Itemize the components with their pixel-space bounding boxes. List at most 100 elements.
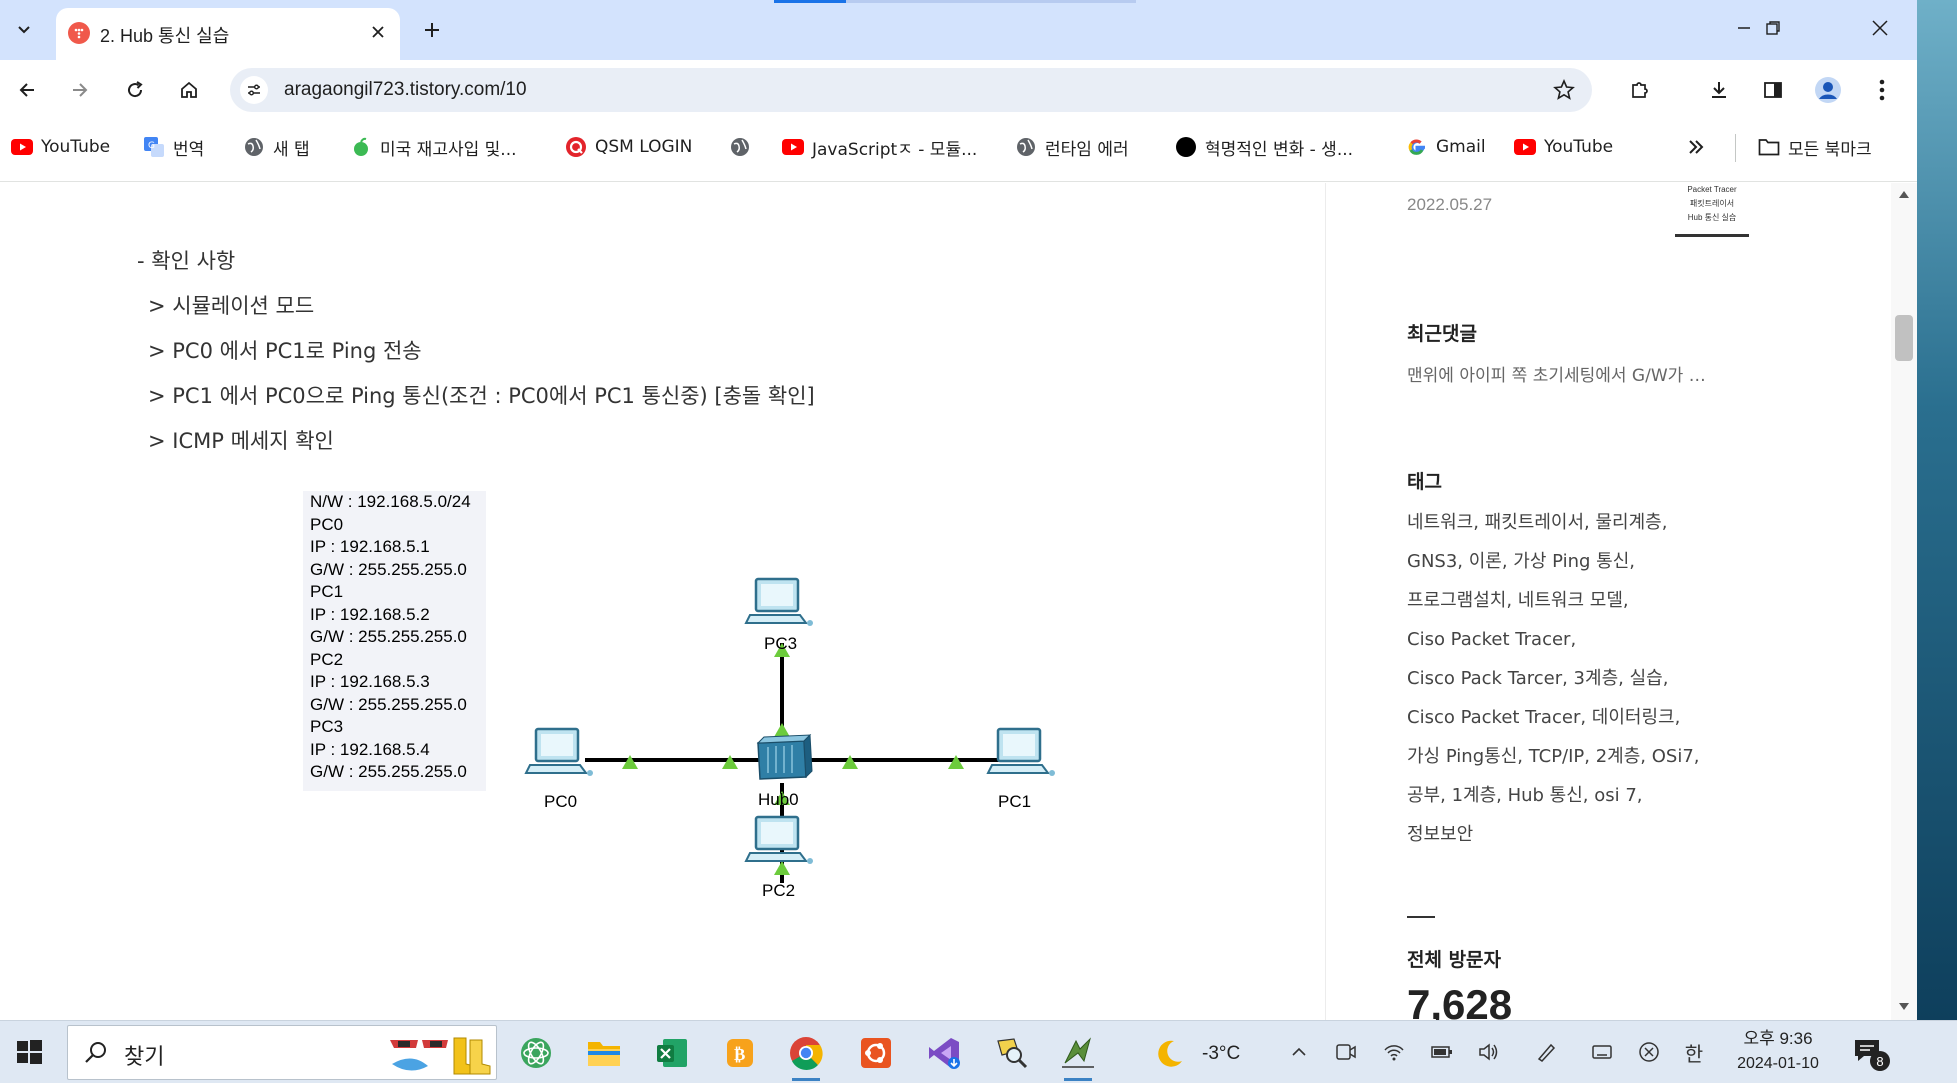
taskbar-ubuntu[interactable] xyxy=(854,1031,898,1075)
pc0-computer-icon[interactable] xyxy=(524,727,593,776)
chrome-menu-button[interactable] xyxy=(1862,70,1902,110)
pc1-label: PC1 xyxy=(998,792,1031,811)
system-clock[interactable]: 오후 9:36 2024-01-10 xyxy=(1718,1027,1838,1077)
scroll-up-arrow-icon[interactable] xyxy=(1899,191,1909,198)
pc3-computer-icon[interactable] xyxy=(744,577,813,626)
bookmark-youtube[interactable]: YouTube xyxy=(11,133,110,161)
youtube-icon xyxy=(782,136,804,158)
post-thumbnail[interactable]: Packet Tracer 패킷트레이서 Hub 통신 실습 xyxy=(1671,183,1753,237)
profile-button[interactable] xyxy=(1808,70,1848,110)
ime-mode-indicator[interactable]: 한 xyxy=(1681,1039,1707,1066)
bookmark-new-tab[interactable]: 새 탭 xyxy=(243,133,310,161)
show-hidden-icons-button[interactable] xyxy=(1286,1039,1312,1065)
taskbar-file-explorer[interactable] xyxy=(582,1031,626,1075)
pc1-computer-icon[interactable] xyxy=(986,727,1055,776)
thumb-underline xyxy=(1675,234,1749,237)
clock-time: 오후 9:36 xyxy=(1743,1029,1813,1048)
reload-button[interactable] xyxy=(115,70,155,110)
restore-button[interactable] xyxy=(1753,8,1793,48)
forward-button[interactable] xyxy=(60,70,100,110)
thumb-line: Packet Tracer xyxy=(1687,185,1737,194)
start-button[interactable] xyxy=(12,1035,46,1069)
taskbar-chrome[interactable] xyxy=(784,1031,828,1081)
tag-line[interactable]: Cisco Packet Tracer, 데이터링크, xyxy=(1407,698,1807,737)
black-circle-icon xyxy=(1175,136,1197,158)
weather-widget[interactable]: -3°C xyxy=(1152,1037,1240,1071)
pen-icon[interactable] xyxy=(1533,1039,1559,1065)
tab-title: 2. Hub 통신 실습 xyxy=(100,26,230,46)
taskbar-tool-app[interactable] xyxy=(990,1031,1034,1075)
window-close-button[interactable] xyxy=(1860,8,1900,48)
page-scrollbar[interactable] xyxy=(1891,183,1917,1020)
taskbar-atom-app[interactable] xyxy=(514,1031,558,1075)
temperature: -3°C xyxy=(1202,1043,1241,1064)
network-info-line: G/W : 255.255.255.0 xyxy=(310,627,467,646)
network-info-line: IP : 192.168.5.4 xyxy=(310,739,430,759)
taskbar-bitcoin-app[interactable]: ₿ xyxy=(718,1031,762,1075)
bookmark-runtime-error[interactable]: 런타임 에러 xyxy=(1015,133,1129,161)
network-info-line: IP : 192.168.5.3 xyxy=(310,672,430,691)
back-button[interactable] xyxy=(7,70,47,110)
bookmark-youtube-2[interactable]: YouTube xyxy=(1514,133,1613,161)
battery-icon[interactable] xyxy=(1429,1039,1455,1065)
network-info-line: G/W : 255.255.255.0 xyxy=(310,559,467,579)
pc2-computer-icon[interactable] xyxy=(744,815,813,864)
tag-line[interactable]: 가싱 Ping통신, TCP/IP, 2계층, OSi7, xyxy=(1407,737,1807,776)
windows-taskbar: 찾기 ₿ -3°C 한 오후 9:36 2024-01-10 8 xyxy=(0,1020,1957,1083)
network-info-line: G/W : 255.255.255.0 xyxy=(310,762,467,781)
tag-line[interactable]: Ciso Packet Tracer, xyxy=(1407,620,1807,659)
wifi-icon[interactable] xyxy=(1381,1039,1407,1065)
restore-icon xyxy=(1766,21,1780,35)
volume-icon[interactable] xyxy=(1476,1039,1502,1065)
notification-center-button[interactable]: 8 xyxy=(1852,1037,1890,1071)
url-text[interactable]: aragaongil723.tistory.com/10 xyxy=(284,79,527,101)
address-bar[interactable]: aragaongil723.tistory.com/10 xyxy=(230,68,1592,112)
desktop-wallpaper xyxy=(1917,0,1957,1020)
new-tab-button[interactable] xyxy=(414,12,450,48)
youtube-icon xyxy=(1514,136,1536,158)
meet-now-icon[interactable] xyxy=(1333,1039,1359,1065)
tab-close-button[interactable] xyxy=(364,18,392,46)
bookmark-star-button[interactable] xyxy=(1550,76,1578,104)
recent-comment-link[interactable]: 맨위에 아이피 쪽 초기세팅에서 G/W가 … xyxy=(1407,361,1706,386)
scroll-thumb[interactable] xyxy=(1895,315,1913,361)
keyboard-icon[interactable] xyxy=(1589,1039,1615,1065)
active-tab[interactable]: 2. Hub 통신 실습 xyxy=(56,8,400,60)
avatar-icon xyxy=(1815,77,1841,103)
tag-line[interactable]: 공부, 1계층, Hub 통신, osi 7, xyxy=(1407,776,1807,815)
taskbar-packet-tracer[interactable] xyxy=(1056,1031,1100,1081)
bookmark-translate[interactable]: G 번역 xyxy=(143,133,204,161)
ime-disabled-icon[interactable] xyxy=(1636,1039,1662,1065)
scroll-down-arrow-icon[interactable] xyxy=(1899,1003,1909,1010)
tab-search-button[interactable] xyxy=(6,11,42,47)
tag-line[interactable]: Cisco Pack Tarcer, 3계층, 실습, xyxy=(1407,659,1807,698)
tag-line[interactable]: 프로그램설치, 네트워크 모델, xyxy=(1407,581,1807,620)
bookmark-globe[interactable] xyxy=(729,133,751,161)
taskbar-excel[interactable] xyxy=(650,1031,694,1075)
clock-date: 2024-01-10 xyxy=(1737,1055,1819,1072)
tab-strip: 2. Hub 통신 실습 xyxy=(0,0,1917,60)
windows-logo-icon xyxy=(17,1040,42,1064)
taskbar-visual-studio[interactable] xyxy=(922,1031,966,1075)
side-panel-button[interactable] xyxy=(1753,70,1793,110)
site-info-icon[interactable] xyxy=(240,76,268,104)
all-bookmarks-folder[interactable]: 모든 북마크 xyxy=(1758,133,1872,161)
more-vertical-icon xyxy=(1879,79,1885,101)
home-button[interactable] xyxy=(169,70,209,110)
bookmark-gmail[interactable]: Gmail xyxy=(1406,133,1486,161)
bookmark-javascript-modules[interactable]: JavaScriptㅈ - 모듈... xyxy=(782,133,977,161)
tag-line[interactable]: GNS3, 이론, 가상 Ping 통신, xyxy=(1407,542,1807,581)
bookmarks-overflow-button[interactable] xyxy=(1687,133,1705,161)
extensions-button[interactable] xyxy=(1620,70,1660,110)
bookmark-qsm-login[interactable]: QSM LOGIN xyxy=(565,133,692,161)
taskbar-search-box[interactable]: 찾기 xyxy=(67,1025,497,1080)
downloads-button[interactable] xyxy=(1699,70,1739,110)
tag-line[interactable]: 네트워크, 패킷트레이서, 물리계층, xyxy=(1407,503,1807,542)
double-chevron-right-icon xyxy=(1689,140,1704,154)
article-body: - 확인 사항 > 시뮬레이션 모드 > PC0 에서 PC1로 Ping 전송… xyxy=(0,183,1325,1020)
hub-icon[interactable] xyxy=(756,733,813,780)
bookmark-revolutionary-change[interactable]: 혁명적인 변화 - 생... xyxy=(1175,133,1353,161)
tag-line[interactable]: 정보보안 xyxy=(1407,815,1807,854)
tistory-favicon-icon xyxy=(68,22,90,44)
bookmark-us-inventory[interactable]: 미국 재고사입 및... xyxy=(350,133,517,161)
